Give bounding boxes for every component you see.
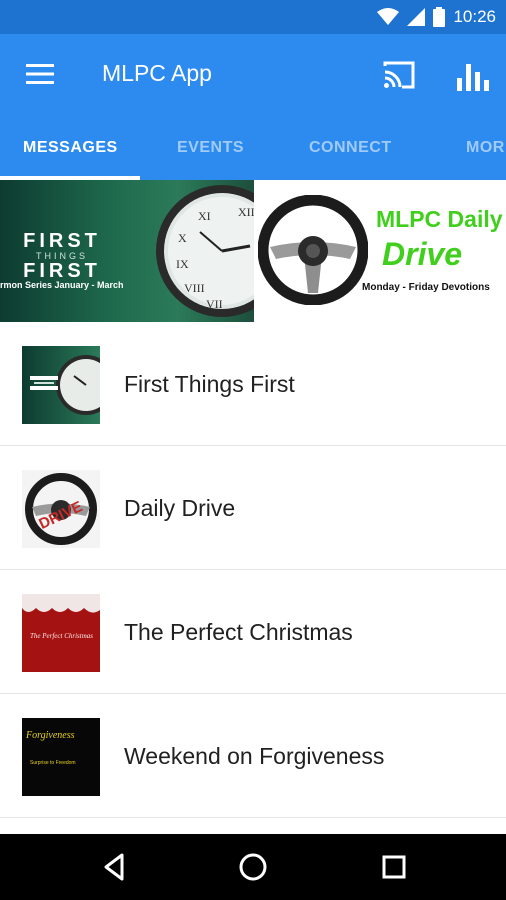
message-title: Daily Drive	[124, 495, 236, 521]
banner-right-title2: Drive	[382, 236, 463, 272]
app-bar: MLPC App	[0, 34, 506, 116]
back-icon[interactable]	[96, 849, 132, 885]
banner-left-caption: rmon Series January - March	[0, 280, 124, 290]
banner-right-caption: Monday - Friday Devotions	[362, 282, 490, 293]
status-bar: 10:26	[0, 0, 506, 34]
list-item[interactable]: DRIVE Daily Drive	[0, 446, 506, 570]
app-title: MLPC App	[102, 60, 212, 86]
list-item[interactable]: The Perfect Christmas The Perfect Christ…	[0, 570, 506, 694]
tab-more[interactable]: MOR	[466, 116, 505, 180]
recents-icon[interactable]	[376, 849, 412, 885]
message-title: The Perfect Christmas	[124, 619, 353, 645]
tab-messages[interactable]: MESSAGES	[23, 116, 118, 180]
thumbnail-perfect-christmas: The Perfect Christmas	[22, 594, 100, 672]
forgiveness-line: Surprise to Freedom	[30, 760, 76, 766]
banner-first-things-first[interactable]: XII XI X IX VIII VII FIRST THINGS FIRST …	[0, 180, 254, 322]
svg-text:X: X	[178, 231, 187, 245]
message-title: Weekend on Forgiveness	[124, 743, 385, 769]
tab-connect[interactable]: CONNECT	[309, 116, 392, 180]
banner-left-line1: FIRST	[23, 230, 101, 252]
bar-chart-icon[interactable]	[456, 58, 490, 92]
christmas-thumb-graphic: The Perfect Christmas	[22, 594, 100, 640]
svg-text:IX: IX	[176, 257, 189, 271]
steering-wheel-thumb-icon: DRIVE	[25, 473, 97, 545]
menu-icon[interactable]	[26, 62, 54, 86]
christmas-script: The Perfect Christmas	[30, 632, 93, 640]
list-item[interactable]: Forgiveness Surprise to Freedom Weekend …	[0, 694, 506, 818]
steering-wheel-graphic	[258, 195, 368, 305]
svg-text:VII: VII	[206, 297, 223, 311]
banner-right-title1: MLPC Daily	[376, 206, 503, 232]
message-list: First Things First DRIVE Daily Drive The…	[0, 322, 506, 818]
cell-signal-icon	[407, 8, 426, 26]
forgiveness-script: Forgiveness	[25, 730, 75, 741]
svg-text:VIII: VIII	[184, 281, 205, 295]
system-nav-bar	[0, 834, 506, 900]
svg-text:XII: XII	[238, 205, 254, 219]
tab-events[interactable]: EVENTS	[177, 116, 244, 180]
thumbnail-forgiveness: Forgiveness Surprise to Freedom	[22, 718, 100, 796]
message-title: First Things First	[124, 371, 295, 397]
tab-bar: MESSAGES EVENTS CONNECT MOR	[0, 116, 506, 180]
thumbnail-first-things-first	[22, 346, 100, 424]
svg-text:XI: XI	[198, 209, 211, 223]
banner-daily-drive[interactable]: MLPC Daily Drive Monday - Friday Devotio…	[254, 180, 506, 322]
wifi-icon	[377, 8, 400, 25]
cast-icon[interactable]	[382, 60, 416, 90]
list-item[interactable]: First Things First	[0, 322, 506, 446]
clock: 10:26	[453, 7, 496, 26]
clock-thumb-graphic	[30, 355, 100, 415]
thumbnail-daily-drive: DRIVE	[22, 470, 100, 548]
forgiveness-thumb-graphic: Forgiveness Surprise to Freedom	[25, 730, 76, 766]
battery-icon	[433, 7, 446, 27]
home-icon[interactable]	[235, 849, 271, 885]
